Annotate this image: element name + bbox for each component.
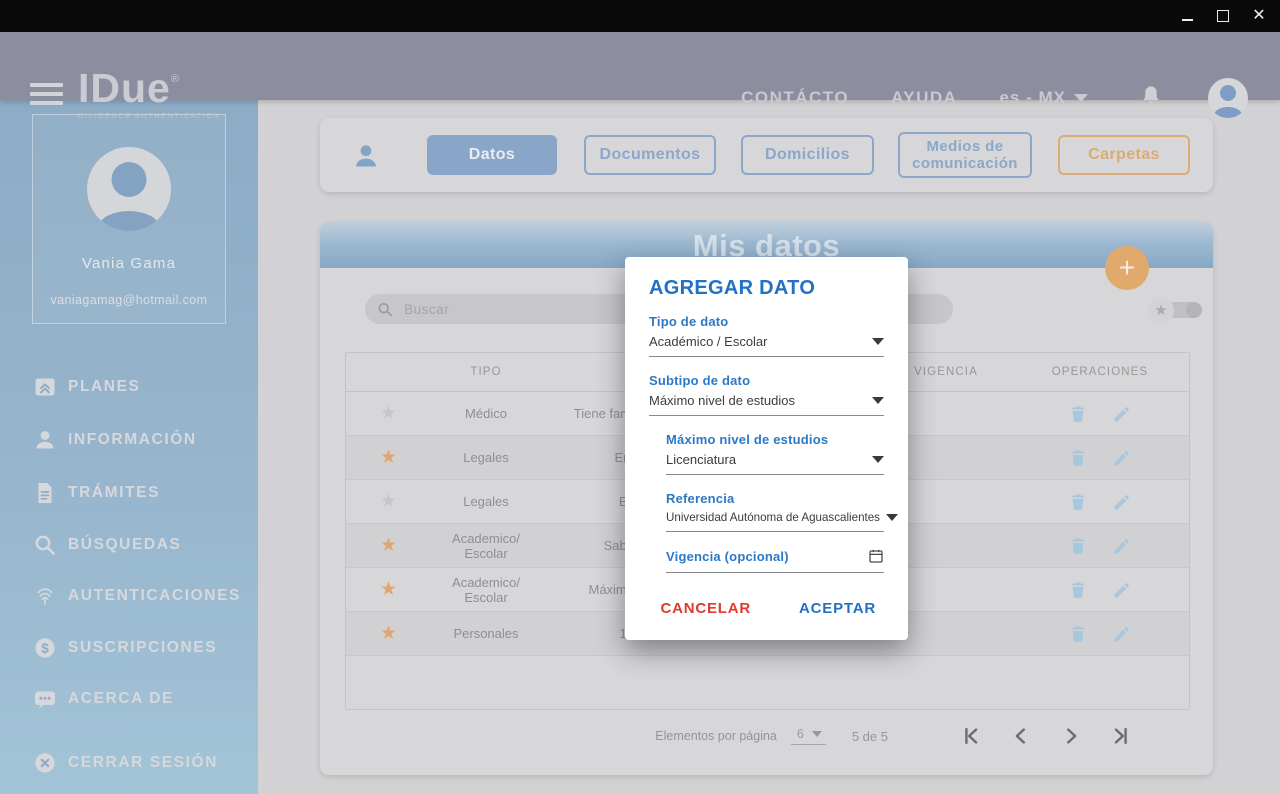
window-titlebar: ✕ <box>0 0 1280 32</box>
app-window: ✕ IDue® DILIGENCE AUTHENTICATION CONTÁCT… <box>0 0 1280 794</box>
chevron-down-icon <box>872 397 884 404</box>
field-label: Máximo nivel de estudios <box>666 432 884 447</box>
cancel-button[interactable]: CANCELAR <box>654 599 757 618</box>
minimize-icon[interactable] <box>1176 5 1198 27</box>
field-subtipo-de-dato: Subtipo de dato Máximo nivel de estudios <box>649 373 884 416</box>
field-label: Tipo de dato <box>649 314 884 329</box>
field-maximo-nivel: Máximo nivel de estudios Licenciatura <box>666 432 884 475</box>
chevron-down-icon <box>872 338 884 345</box>
accept-button[interactable]: ACEPTAR <box>793 599 882 618</box>
field-referencia: Referencia Universidad Autónoma de Aguas… <box>666 491 884 532</box>
field-label: Subtipo de dato <box>649 373 884 388</box>
calendar-icon <box>868 548 884 564</box>
field-value: Licenciatura <box>666 452 736 467</box>
vigencia-date-input[interactable]: Vigencia (opcional) <box>666 548 884 573</box>
field-tipo-de-dato: Tipo de dato Académico / Escolar <box>649 314 884 357</box>
tipo-de-dato-select[interactable]: Académico / Escolar <box>649 334 884 357</box>
maximo-nivel-select[interactable]: Licenciatura <box>666 452 884 475</box>
agregar-dato-dialog: AGREGAR DATO Tipo de dato Académico / Es… <box>625 257 908 640</box>
field-value: Máximo nivel de estudios <box>649 393 795 408</box>
field-label: Vigencia (opcional) <box>666 549 789 564</box>
dialog-title: AGREGAR DATO <box>649 277 884 300</box>
close-icon[interactable]: ✕ <box>1248 5 1270 27</box>
field-label: Referencia <box>666 491 884 506</box>
chevron-down-icon <box>886 514 898 521</box>
referencia-select[interactable]: Universidad Autónoma de Aguascalientes <box>666 511 884 532</box>
chevron-down-icon <box>872 456 884 463</box>
maximize-icon[interactable] <box>1212 5 1234 27</box>
field-value: Académico / Escolar <box>649 334 768 349</box>
subtipo-de-dato-select[interactable]: Máximo nivel de estudios <box>649 393 884 416</box>
field-value: Universidad Autónoma de Aguascalientes <box>666 511 880 524</box>
field-vigencia: Vigencia (opcional) <box>666 548 884 573</box>
